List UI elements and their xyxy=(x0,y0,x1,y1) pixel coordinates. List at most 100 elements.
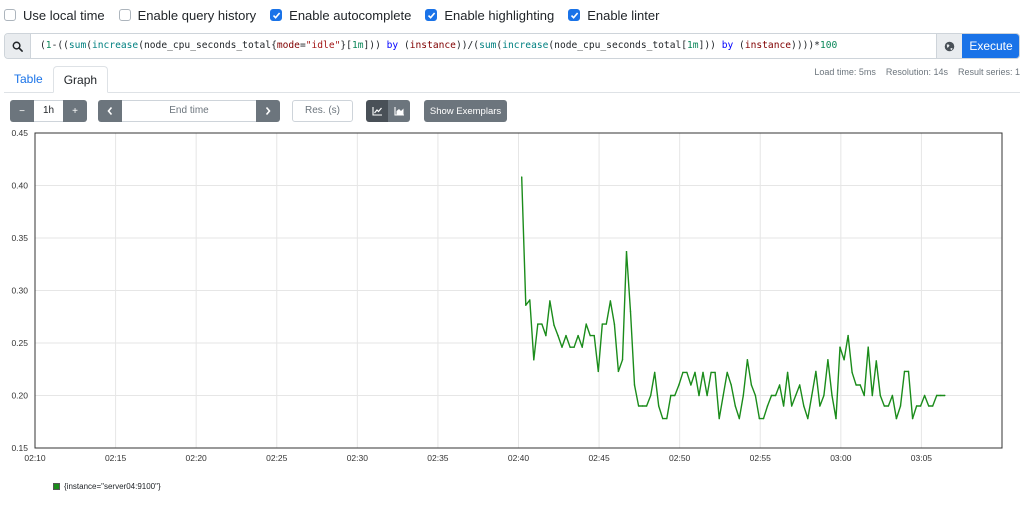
data-point xyxy=(903,370,906,373)
x-tick-label: 02:40 xyxy=(508,453,530,463)
y-tick-label: 0.30 xyxy=(11,286,28,296)
x-tick-label: 02:25 xyxy=(266,453,288,463)
option-enable-linter[interactable]: Enable linter xyxy=(568,8,659,23)
option-enable-highlighting[interactable]: Enable highlighting xyxy=(425,8,554,23)
execute-button[interactable]: Execute xyxy=(962,34,1019,58)
legend-swatch[interactable] xyxy=(53,483,60,490)
area-chart-icon xyxy=(393,107,404,116)
data-point xyxy=(613,323,616,325)
checkbox-enable-query-history[interactable] xyxy=(118,9,131,21)
data-point xyxy=(940,394,942,397)
checkbox-enable-autocomplete[interactable] xyxy=(270,9,283,21)
data-point xyxy=(706,394,708,397)
previous-time-button[interactable] xyxy=(98,100,122,122)
data-point xyxy=(569,346,571,348)
option-label: Use local time xyxy=(23,7,105,23)
data-point xyxy=(762,417,765,420)
tab-graph[interactable]: Graph xyxy=(52,66,109,93)
resolution-input[interactable]: Res. (s) xyxy=(292,100,353,122)
data-point xyxy=(891,394,894,397)
data-point xyxy=(799,384,801,386)
data-point xyxy=(625,251,628,253)
data-point xyxy=(678,384,680,386)
result-series-stat: Result series: 1 xyxy=(957,67,1020,77)
data-point xyxy=(581,346,583,348)
data-point xyxy=(585,323,587,325)
legend-series-label[interactable]: {instance="server04:9100"} xyxy=(64,482,161,491)
option-label: Enable autocomplete xyxy=(289,7,412,23)
data-point xyxy=(637,405,640,407)
line-chart-button[interactable] xyxy=(366,100,388,122)
increase-range-button[interactable]: + xyxy=(63,100,87,122)
y-tick-label: 0.25 xyxy=(11,338,28,348)
checkbox-enable-highlighting[interactable] xyxy=(425,9,438,21)
data-point xyxy=(670,394,672,397)
data-point xyxy=(557,334,559,337)
data-point xyxy=(803,405,805,407)
data-point xyxy=(899,405,902,407)
tab-bar: Table Graph xyxy=(4,66,109,93)
data-point xyxy=(851,371,853,374)
data-point xyxy=(754,394,757,397)
data-point xyxy=(682,371,684,374)
y-tick-label: 0.20 xyxy=(11,391,28,401)
y-tick-label: 0.40 xyxy=(11,181,28,191)
data-point xyxy=(666,417,668,420)
data-point xyxy=(718,417,720,420)
data-point xyxy=(746,359,749,361)
search-icon xyxy=(5,34,31,58)
data-point xyxy=(742,394,744,397)
y-tick-label: 0.35 xyxy=(11,233,28,243)
data-point xyxy=(875,360,877,362)
data-point xyxy=(605,323,607,325)
data-point xyxy=(839,346,841,348)
data-point xyxy=(782,405,785,407)
data-point xyxy=(823,394,825,397)
area-chart-button[interactable] xyxy=(388,100,410,122)
data-point xyxy=(573,346,575,348)
x-tick-label: 02:50 xyxy=(669,453,691,463)
data-point xyxy=(827,359,829,361)
data-point xyxy=(617,370,620,373)
x-tick-label: 02:45 xyxy=(588,453,610,463)
data-point xyxy=(533,359,535,361)
data-point xyxy=(698,394,700,397)
data-point xyxy=(529,299,531,301)
data-point xyxy=(537,323,539,325)
option-enable-autocomplete[interactable]: Enable autocomplete xyxy=(270,8,411,23)
range-input[interactable]: 1h xyxy=(34,100,63,122)
data-point xyxy=(907,370,910,373)
x-tick-label: 02:35 xyxy=(427,453,449,463)
tab-divider xyxy=(4,92,1020,93)
option-enable-query-history[interactable]: Enable query history xyxy=(118,7,257,23)
data-point xyxy=(734,405,736,407)
checkbox-use-local-time[interactable] xyxy=(4,9,16,21)
option-label: Enable query history xyxy=(137,7,257,23)
data-point xyxy=(936,394,938,397)
end-time-input[interactable]: End time xyxy=(122,100,256,122)
data-point xyxy=(541,323,543,325)
data-point xyxy=(609,300,612,302)
data-point xyxy=(887,405,890,407)
data-point xyxy=(791,405,793,407)
next-time-button[interactable] xyxy=(256,100,280,122)
x-tick-label: 02:55 xyxy=(750,453,772,463)
data-point xyxy=(553,324,555,326)
load-time: Load time: 5ms xyxy=(814,67,876,77)
data-point xyxy=(778,384,781,386)
data-point xyxy=(911,417,914,420)
data-point xyxy=(593,334,595,337)
data-point xyxy=(645,405,648,407)
decrease-range-button[interactable]: − xyxy=(10,100,34,122)
expression-input[interactable]: (1-((sum(increase(node_cpu_seconds_total… xyxy=(31,34,936,58)
globe-icon[interactable] xyxy=(936,34,962,58)
data-point xyxy=(521,176,523,178)
checkbox-enable-linter[interactable] xyxy=(568,9,581,21)
checkmark-icon xyxy=(427,11,436,19)
option-use-local-time[interactable]: Use local time xyxy=(4,8,105,23)
data-point xyxy=(702,371,704,374)
tab-table[interactable]: Table xyxy=(4,66,53,93)
show-exemplars-button[interactable]: Show Exemplars xyxy=(424,100,507,122)
x-tick-label: 02:30 xyxy=(347,453,369,463)
data-point xyxy=(795,394,797,397)
